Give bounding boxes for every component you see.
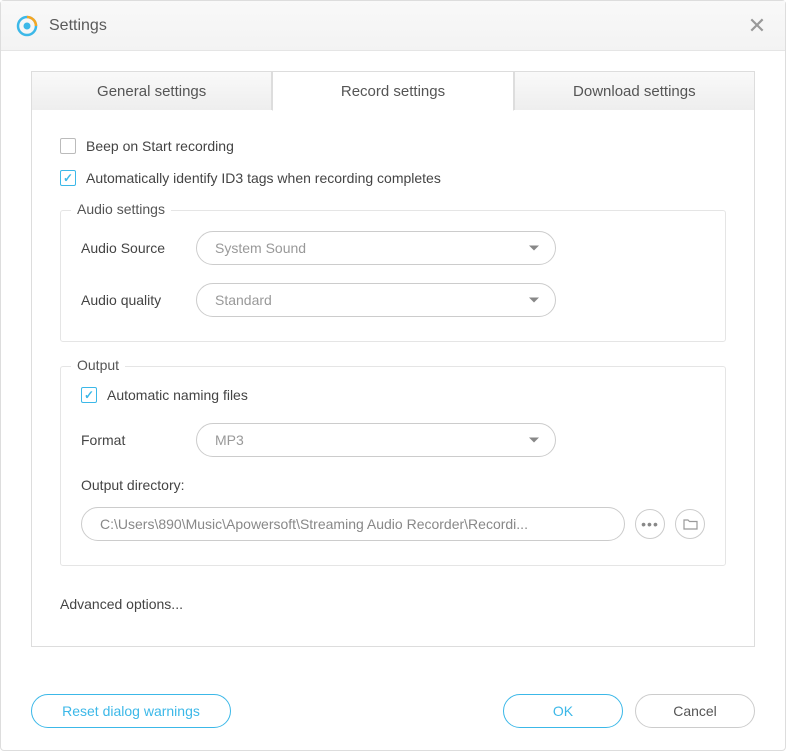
titlebar: Settings ✕ bbox=[1, 1, 785, 51]
auto-naming-label: Automatic naming files bbox=[107, 387, 248, 403]
chevron-down-icon bbox=[529, 246, 539, 251]
ok-button[interactable]: OK bbox=[503, 694, 623, 728]
auto-naming-row: Automatic naming files bbox=[81, 387, 705, 403]
tab-record[interactable]: Record settings bbox=[272, 71, 513, 111]
tab-download[interactable]: Download settings bbox=[514, 71, 755, 111]
format-label: Format bbox=[81, 432, 196, 448]
audio-source-label: Audio Source bbox=[81, 240, 196, 256]
app-logo-icon bbox=[15, 14, 39, 38]
audio-quality-label: Audio quality bbox=[81, 292, 196, 308]
audio-source-value: System Sound bbox=[215, 240, 306, 256]
record-settings-panel: Beep on Start recording Automatically id… bbox=[31, 110, 755, 647]
output-directory-path[interactable]: C:\Users\890\Music\Apowersoft\Streaming … bbox=[81, 507, 625, 541]
tab-general[interactable]: General settings bbox=[31, 71, 272, 111]
audio-quality-row: Audio quality Standard bbox=[81, 283, 705, 317]
open-folder-button[interactable] bbox=[675, 509, 705, 539]
window-title: Settings bbox=[49, 17, 107, 35]
reset-warnings-button[interactable]: Reset dialog warnings bbox=[31, 694, 231, 728]
audio-quality-dropdown[interactable]: Standard bbox=[196, 283, 556, 317]
format-dropdown[interactable]: MP3 bbox=[196, 423, 556, 457]
close-button[interactable]: ✕ bbox=[743, 12, 771, 40]
audio-source-row: Audio Source System Sound bbox=[81, 231, 705, 265]
format-row: Format MP3 bbox=[81, 423, 705, 457]
id3-row: Automatically identify ID3 tags when rec… bbox=[60, 170, 726, 186]
output-fieldset: Output Automatic naming files Format MP3… bbox=[60, 366, 726, 566]
id3-label: Automatically identify ID3 tags when rec… bbox=[86, 170, 441, 186]
audio-settings-fieldset: Audio settings Audio Source System Sound… bbox=[60, 210, 726, 342]
auto-naming-checkbox[interactable] bbox=[81, 387, 97, 403]
beep-label: Beep on Start recording bbox=[86, 138, 234, 154]
chevron-down-icon bbox=[529, 298, 539, 303]
format-value: MP3 bbox=[215, 432, 244, 448]
cancel-button[interactable]: Cancel bbox=[635, 694, 755, 728]
audio-source-dropdown[interactable]: System Sound bbox=[196, 231, 556, 265]
beep-row: Beep on Start recording bbox=[60, 138, 726, 154]
browse-button[interactable]: ••• bbox=[635, 509, 665, 539]
footer: Reset dialog warnings OK Cancel bbox=[31, 694, 755, 728]
advanced-options-link[interactable]: Advanced options... bbox=[60, 596, 726, 612]
footer-right: OK Cancel bbox=[503, 694, 755, 728]
beep-checkbox[interactable] bbox=[60, 138, 76, 154]
chevron-down-icon bbox=[529, 438, 539, 443]
tabs-bar: General settings Record settings Downloa… bbox=[31, 71, 755, 111]
settings-window: Settings ✕ General settings Record setti… bbox=[0, 0, 786, 751]
output-directory-label: Output directory: bbox=[81, 477, 705, 493]
content-area: General settings Record settings Downloa… bbox=[1, 51, 785, 647]
output-legend: Output bbox=[71, 357, 125, 373]
audio-quality-value: Standard bbox=[215, 292, 272, 308]
folder-icon bbox=[683, 518, 698, 531]
close-icon: ✕ bbox=[748, 13, 766, 39]
id3-checkbox[interactable] bbox=[60, 170, 76, 186]
audio-settings-legend: Audio settings bbox=[71, 201, 171, 217]
ellipsis-icon: ••• bbox=[641, 516, 659, 532]
output-directory-row: C:\Users\890\Music\Apowersoft\Streaming … bbox=[81, 507, 705, 541]
